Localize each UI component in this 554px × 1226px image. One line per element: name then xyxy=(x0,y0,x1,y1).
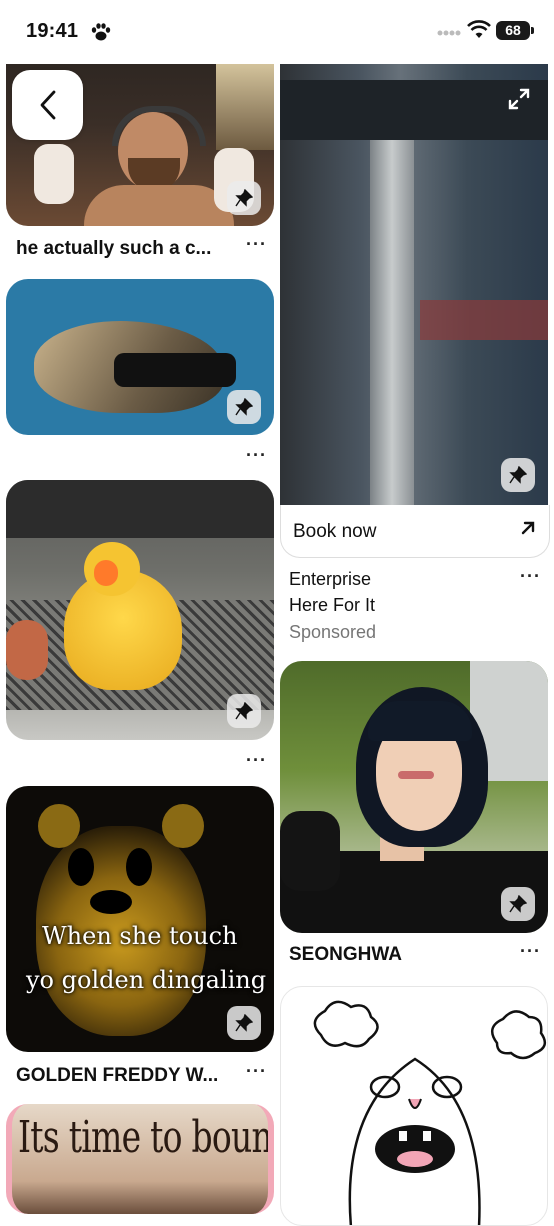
book-now-label: Book now xyxy=(293,521,377,542)
meme-text-line2: yo golden dingaling xyxy=(26,966,267,994)
status-bar: 19:41 68 xyxy=(0,0,554,64)
pin-image-seonghwa[interactable] xyxy=(280,661,548,933)
save-pin-button[interactable] xyxy=(227,1006,261,1040)
pushpin-icon xyxy=(235,702,253,720)
pushpin-icon xyxy=(235,398,253,416)
sunglasses xyxy=(114,353,236,387)
pin-image-bounce[interactable]: Its time to bounce xyxy=(6,1104,274,1214)
battery-indicator: 68 xyxy=(496,21,530,40)
meme-text-bounce: Its time to bounce xyxy=(18,1112,272,1163)
more-options-button[interactable]: ··· xyxy=(246,750,267,771)
window-light xyxy=(216,60,274,150)
more-options-button[interactable]: ··· xyxy=(520,941,541,962)
chevron-left-icon xyxy=(40,90,55,120)
save-pin-button[interactable] xyxy=(501,458,535,492)
paw-icon xyxy=(91,23,111,41)
duck-beak xyxy=(94,560,118,586)
pin-caption[interactable]: SEONGHWA xyxy=(289,944,402,966)
status-time: 19:41 xyxy=(26,20,79,42)
back-button[interactable] xyxy=(12,70,83,140)
more-options-button[interactable]: ··· xyxy=(246,1061,267,1082)
save-pin-button[interactable] xyxy=(227,694,261,728)
ad-cta-bar[interactable]: Book now xyxy=(280,505,550,558)
arrow-up-right-icon xyxy=(521,521,535,535)
save-pin-button[interactable] xyxy=(227,181,261,215)
save-pin-button[interactable] xyxy=(227,390,261,424)
pushpin-icon xyxy=(235,189,253,207)
ad-title-line1: Enterprise xyxy=(289,569,372,589)
raised-arm xyxy=(280,811,340,891)
signal-icon xyxy=(437,30,461,36)
lips xyxy=(398,771,434,779)
headphones xyxy=(112,106,206,146)
wifi-icon xyxy=(467,20,491,38)
ad-title-line2: Here For It xyxy=(289,595,376,615)
pin-image-angry-drawing[interactable] xyxy=(280,986,548,1226)
pin-image-fish[interactable] xyxy=(6,279,274,435)
machine-top xyxy=(6,480,274,538)
pin-image-duck[interactable] xyxy=(6,480,274,740)
battery-tip xyxy=(531,27,534,34)
angry-creature-drawing xyxy=(313,1000,547,1225)
more-options-button[interactable]: ··· xyxy=(246,445,267,466)
shirt xyxy=(84,185,234,226)
pin-caption[interactable]: GOLDEN FREDDY W... xyxy=(16,1065,236,1087)
sponsored-label: Sponsored xyxy=(289,622,377,642)
freddy-eye-left xyxy=(68,848,94,886)
freddy-eye-right xyxy=(126,848,152,886)
pillar xyxy=(370,126,414,505)
red-stripe xyxy=(420,300,548,340)
pushpin-icon xyxy=(509,466,527,484)
bangs xyxy=(368,701,472,741)
pin-image-golden-freddy[interactable]: When she touch yo golden dingaling xyxy=(6,786,274,1052)
peace-hand-left xyxy=(34,144,74,204)
freddy-nose xyxy=(90,890,132,914)
pin-caption[interactable]: he actually such a c... xyxy=(16,238,231,260)
freddy-ear-right xyxy=(162,804,204,848)
meme-text-line1: When she touch xyxy=(42,922,238,950)
pushpin-icon xyxy=(509,895,527,913)
ad-image[interactable] xyxy=(280,40,548,505)
save-pin-button[interactable] xyxy=(501,887,535,921)
hand xyxy=(6,620,48,680)
more-options-button[interactable]: ··· xyxy=(520,566,541,587)
more-options-button[interactable]: ··· xyxy=(246,234,267,255)
pushpin-icon xyxy=(235,1014,253,1032)
expand-icon[interactable] xyxy=(508,88,530,110)
freddy-ear-left xyxy=(38,804,80,848)
